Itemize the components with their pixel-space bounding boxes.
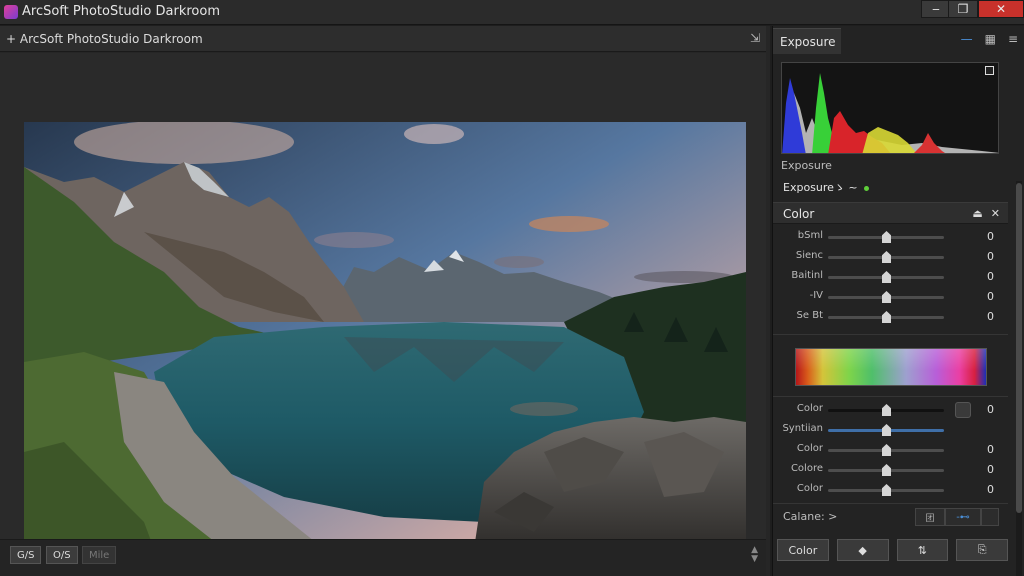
pin-icon[interactable]: ⇲ (750, 31, 760, 45)
balance-row: Calane: > 团 -⊷ (773, 506, 1008, 528)
slider-knob[interactable] (882, 271, 891, 283)
zoom-stepper-icon[interactable]: ▲ ▼ (751, 546, 758, 564)
landscape-photo (24, 122, 746, 549)
window-title: ArcSoft PhotoStudio Darkroom (22, 4, 220, 19)
balance-mode-box[interactable]: 团 (915, 508, 945, 526)
panel-bottom-toolbar: Color ◆ ⇅ ⎘ (777, 539, 1008, 561)
balance-swatch[interactable] (981, 508, 999, 526)
slider-knob[interactable] (882, 251, 891, 263)
histogram (781, 62, 999, 154)
image-canvas[interactable] (0, 53, 766, 565)
color-section-title: Color (783, 207, 815, 221)
minimize-button[interactable]: ‒ (921, 0, 951, 18)
slider-knob[interactable] (882, 404, 891, 416)
color-section-header[interactable]: Color ⏏ ✕ (773, 202, 1008, 224)
slider-row[interactable]: Color 0 (773, 441, 1008, 459)
app-logo-icon (4, 5, 18, 19)
slider-row[interactable]: -IV 0 (773, 288, 1008, 306)
status-dot-icon (863, 185, 869, 191)
slider-knob[interactable] (882, 464, 891, 476)
slider-row[interactable]: Syntiian (773, 421, 1008, 439)
sort-tool-button[interactable]: ⇅ (896, 539, 949, 561)
slider-row[interactable]: Se Bt 0 (773, 308, 1008, 326)
divider (773, 396, 1008, 397)
eject-icon[interactable]: ⏏ (972, 207, 982, 220)
balance-link-box[interactable]: -⊷ (945, 508, 981, 526)
slider-row[interactable]: Colore 0 (773, 461, 1008, 479)
panel-toolbar: — ▦ ≡ (961, 32, 1018, 46)
view-button-mile[interactable]: Mile (82, 546, 117, 564)
close-section-icon[interactable]: ✕ (991, 207, 1000, 220)
expand-arrow-icon[interactable]: > (828, 510, 837, 523)
document-tab[interactable]: + ArcSoft PhotoStudio Darkroom (6, 32, 203, 46)
tab-exposure[interactable]: Exposure (773, 28, 841, 54)
status-bar: G/S O/S Mile ▲ ▼ (0, 539, 766, 576)
divider (773, 334, 1008, 335)
scrollbar-thumb[interactable] (1016, 183, 1022, 513)
color-spectrum[interactable] (795, 348, 987, 386)
slider-knob[interactable] (882, 291, 891, 303)
menu-icon[interactable]: ≡ (1008, 32, 1018, 46)
adjustments-panel: Exposure — ▦ ≡ Exposure Exposureゝ ~ Colo… (772, 26, 1024, 576)
slider-knob[interactable] (882, 231, 891, 243)
color-button[interactable]: Color (777, 539, 829, 561)
divider (773, 503, 1008, 504)
slider-knob[interactable] (882, 311, 891, 323)
balance-label[interactable]: Calane: > (783, 510, 837, 523)
slider-row[interactable]: Color 0 (773, 481, 1008, 499)
slider-row[interactable]: bSml 0 (773, 228, 1008, 246)
slider-row[interactable]: Sienc 0 (773, 248, 1008, 266)
slider-knob[interactable] (882, 424, 891, 436)
slider-knob[interactable] (882, 444, 891, 456)
slider-knob[interactable] (882, 484, 891, 496)
diamond-tool-button[interactable]: ◆ (836, 539, 889, 561)
exposure-preset[interactable]: Exposureゝ ~ (783, 179, 869, 195)
view-button-gs[interactable]: G/S (10, 546, 42, 564)
document-tab-header: + ArcSoft PhotoStudio Darkroom ⇲ (0, 26, 766, 52)
minimize-panel-icon[interactable]: — (961, 32, 973, 46)
photo-image (24, 122, 746, 549)
document-area: + ArcSoft PhotoStudio Darkroom ⇲ G/S O/S… (0, 26, 770, 576)
copy-tool-button[interactable]: ⎘ (956, 539, 1008, 561)
add-icon[interactable]: + (6, 32, 16, 46)
slider-row[interactable]: Baitinl 0 (773, 268, 1008, 286)
close-button[interactable]: ✕ (978, 0, 1024, 18)
view-button-os[interactable]: O/S (46, 546, 78, 564)
histogram-chart (782, 73, 998, 153)
slider-row[interactable]: Color 0 (773, 401, 1008, 419)
maximize-button[interactable]: ❐ (948, 0, 978, 18)
color-swatch[interactable] (955, 402, 971, 418)
exposure-label: Exposure (781, 159, 832, 172)
grid-icon[interactable]: ▦ (985, 32, 996, 46)
histogram-options-icon[interactable] (985, 66, 994, 75)
document-title: ArcSoft PhotoStudio Darkroom (19, 32, 203, 46)
panel-scrollbar[interactable] (1016, 181, 1022, 576)
window-titlebar: ArcSoft PhotoStudio Darkroom ‒ ❐ ✕ (0, 0, 1024, 25)
